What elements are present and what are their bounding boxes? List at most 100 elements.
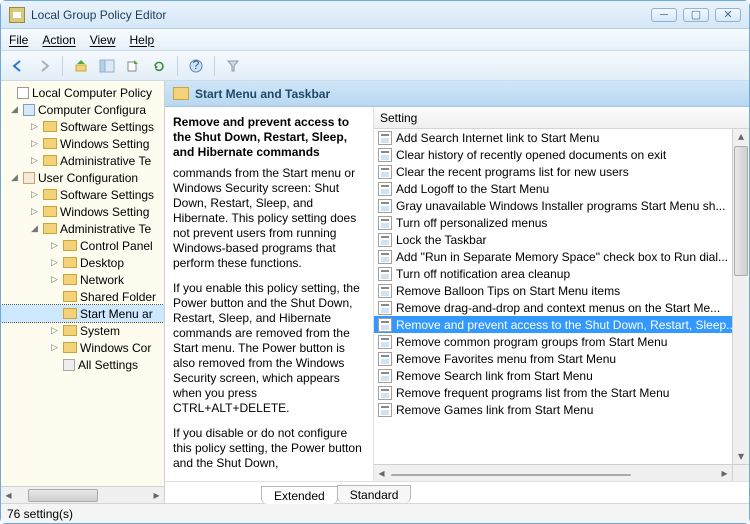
- setting-row[interactable]: Clear the recent programs list for new u…: [374, 163, 732, 180]
- filter-button[interactable]: [222, 55, 244, 77]
- setting-label: Add Search Internet link to Start Menu: [396, 131, 599, 145]
- setting-row[interactable]: Add Search Internet link to Start Menu: [374, 129, 732, 146]
- setting-label: Clear history of recently opened documen…: [396, 148, 666, 162]
- setting-row[interactable]: Remove frequent programs list from the S…: [374, 384, 732, 401]
- scroll-right-icon[interactable]: ▸: [717, 466, 732, 480]
- toolbar: ?: [1, 51, 749, 81]
- folder-icon: [43, 138, 57, 149]
- tree-item[interactable]: ◢Administrative Te: [1, 220, 164, 237]
- expand-icon[interactable]: ▷: [49, 274, 60, 285]
- setting-row[interactable]: Turn off notification area cleanup: [374, 265, 732, 282]
- tree-item-selected[interactable]: Start Menu ar: [1, 305, 164, 322]
- tree-item[interactable]: All Settings: [1, 356, 164, 373]
- setting-label: Add Logoff to the Start Menu: [396, 182, 549, 196]
- column-header[interactable]: Setting: [374, 107, 749, 129]
- expand-icon[interactable]: ▷: [29, 138, 40, 149]
- policy-item-icon: [378, 284, 392, 298]
- export-button[interactable]: [122, 55, 144, 77]
- expand-icon[interactable]: ▷: [29, 206, 40, 217]
- hscrollbar[interactable]: ◂ ▸: [374, 464, 732, 481]
- forward-button[interactable]: [33, 55, 55, 77]
- back-button[interactable]: [7, 55, 29, 77]
- tree-item[interactable]: ▷Software Settings: [1, 186, 164, 203]
- tree-item[interactable]: ▷Software Settings: [1, 118, 164, 135]
- vscrollbar[interactable]: ▴ ▾: [732, 129, 749, 464]
- scroll-thumb[interactable]: [391, 474, 631, 476]
- menu-help[interactable]: Help: [130, 33, 155, 47]
- tree-item[interactable]: Shared Folder: [1, 288, 164, 305]
- scroll-left-icon[interactable]: ◂: [374, 466, 389, 480]
- tree-item[interactable]: ▷Administrative Te: [1, 152, 164, 169]
- scroll-up-icon[interactable]: ▴: [733, 129, 749, 144]
- tree-user-config[interactable]: ◢User Configuration: [1, 169, 164, 186]
- show-hide-tree-button[interactable]: [96, 55, 118, 77]
- setting-row[interactable]: Remove and prevent access to the Shut Do…: [374, 316, 732, 333]
- collapse-icon[interactable]: ◢: [9, 172, 20, 183]
- tree-item[interactable]: ▷Windows Setting: [1, 203, 164, 220]
- tree-label: Desktop: [80, 256, 124, 270]
- setting-row[interactable]: Add "Run in Separate Memory Space" check…: [374, 248, 732, 265]
- menu-file[interactable]: File: [9, 33, 28, 47]
- setting-row[interactable]: Add Logoff to the Start Menu: [374, 180, 732, 197]
- navigation-tree[interactable]: Local Computer Policy ◢Computer Configur…: [1, 81, 165, 503]
- setting-row[interactable]: Remove common program groups from Start …: [374, 333, 732, 350]
- tree-root[interactable]: Local Computer Policy: [1, 84, 164, 101]
- scroll-right-icon[interactable]: ▸: [149, 488, 164, 502]
- menu-action[interactable]: Action: [42, 33, 75, 47]
- expand-icon[interactable]: ▷: [49, 257, 60, 268]
- collapse-icon[interactable]: ◢: [29, 223, 40, 234]
- setting-row[interactable]: Gray unavailable Windows Installer progr…: [374, 197, 732, 214]
- policy-item-icon: [378, 403, 392, 417]
- tab-extended[interactable]: Extended: [261, 486, 338, 504]
- scroll-track[interactable]: [733, 144, 749, 449]
- menu-view[interactable]: View: [90, 33, 116, 47]
- setting-label: Gray unavailable Windows Installer progr…: [396, 199, 725, 213]
- scroll-thumb[interactable]: [28, 489, 98, 502]
- tree-item[interactable]: ▷ Desktop: [1, 254, 164, 271]
- tree-item[interactable]: ▷Control Panel: [1, 237, 164, 254]
- up-button[interactable]: [70, 55, 92, 77]
- setting-label: Remove drag-and-drop and context menus o…: [396, 301, 720, 315]
- setting-row[interactable]: Remove Search link from Start Menu: [374, 367, 732, 384]
- setting-row[interactable]: Remove Balloon Tips on Start Menu items: [374, 282, 732, 299]
- expand-icon[interactable]: ▷: [49, 342, 60, 353]
- close-button[interactable]: ✕: [715, 8, 741, 22]
- scroll-left-icon[interactable]: ◂: [1, 488, 16, 502]
- svg-text:?: ?: [193, 59, 200, 72]
- scroll-thumb[interactable]: [734, 146, 748, 276]
- setting-row[interactable]: Remove Favorites menu from Start Menu: [374, 350, 732, 367]
- folder-icon: [43, 206, 57, 217]
- tree-hscrollbar[interactable]: ◂ ▸: [1, 486, 164, 503]
- tree-item[interactable]: ▷Windows Setting: [1, 135, 164, 152]
- folder-icon: [43, 121, 57, 132]
- expand-icon[interactable]: ▷: [49, 240, 60, 251]
- tab-standard[interactable]: Standard: [337, 485, 412, 503]
- scroll-down-icon[interactable]: ▾: [733, 449, 749, 464]
- policy-item-icon: [378, 335, 392, 349]
- setting-label: Remove common program groups from Start …: [396, 335, 667, 349]
- tree-item[interactable]: ▷Network: [1, 271, 164, 288]
- expand-icon[interactable]: ▷: [29, 121, 40, 132]
- tree-item[interactable]: ▷System: [1, 322, 164, 339]
- setting-label: Lock the Taskbar: [396, 233, 487, 247]
- setting-row[interactable]: Clear history of recently opened documen…: [374, 146, 732, 163]
- setting-row[interactable]: Turn off personalized menus: [374, 214, 732, 231]
- setting-row[interactable]: Remove drag-and-drop and context menus o…: [374, 299, 732, 316]
- refresh-button[interactable]: [148, 55, 170, 77]
- tree-item[interactable]: ▷Windows Cor: [1, 339, 164, 356]
- tree-computer-config[interactable]: ◢Computer Configura: [1, 101, 164, 118]
- setting-label: Remove Favorites menu from Start Menu: [396, 352, 616, 366]
- expand-icon[interactable]: ▷: [29, 189, 40, 200]
- titlebar[interactable]: Local Group Policy Editor ─ ▢ ✕: [1, 1, 749, 29]
- setting-label: Remove Search link from Start Menu: [396, 369, 593, 383]
- policy-item-icon: [378, 165, 392, 179]
- setting-row[interactable]: Remove Games link from Start Menu: [374, 401, 732, 418]
- expand-icon[interactable]: ▷: [29, 155, 40, 166]
- maximize-button[interactable]: ▢: [683, 8, 709, 22]
- setting-row[interactable]: Lock the Taskbar: [374, 231, 732, 248]
- settings-list[interactable]: Add Search Internet link to Start Menu Cl…: [374, 129, 732, 464]
- minimize-button[interactable]: ─: [651, 8, 677, 22]
- collapse-icon[interactable]: ◢: [9, 104, 20, 115]
- expand-icon[interactable]: ▷: [49, 325, 60, 336]
- help-button[interactable]: ?: [185, 55, 207, 77]
